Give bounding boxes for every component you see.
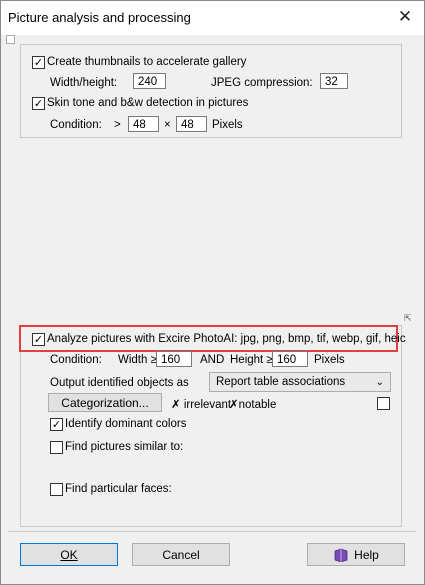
- skin-tone-label: Skin tone and b&w detection in pictures: [47, 97, 249, 109]
- dominant-colors-label: Identify dominant colors: [65, 418, 187, 430]
- skin-condition-label: Condition:: [50, 119, 102, 131]
- excire-unit-label: Pixels: [314, 354, 345, 366]
- scroll-corner-handle: [6, 35, 15, 44]
- output-select[interactable]: Report table associations ⌄: [209, 372, 391, 392]
- separator: [8, 531, 416, 532]
- output-select-value: Report table associations: [216, 376, 346, 388]
- help-label: Help: [354, 547, 379, 562]
- thumbnails-label: Create thumbnails to accelerate gallery: [47, 56, 247, 68]
- excire-height-field[interactable]: 160: [272, 351, 308, 367]
- jpeg-compression-label: JPEG compression:: [211, 77, 313, 89]
- width-height-label: Width/height:: [50, 77, 118, 89]
- greater-than-sign: >: [114, 119, 121, 131]
- output-label: Output identified objects as: [50, 377, 189, 389]
- chevron-down-icon: ⌄: [375, 377, 384, 388]
- excire-width-field[interactable]: 160: [156, 351, 192, 367]
- categorization-checkbox[interactable]: [377, 397, 390, 410]
- particular-faces-checkbox[interactable]: [50, 483, 63, 496]
- excire-label: Analyze pictures with Excire PhotoAI: jp…: [47, 333, 406, 345]
- help-button[interactable]: Help: [307, 543, 405, 566]
- skin-tone-checkbox[interactable]: ✓: [32, 97, 45, 110]
- notable-label: ✗notable: [229, 399, 277, 411]
- skin-unit-label: Pixels: [212, 119, 243, 131]
- close-icon[interactable]: ✕: [394, 6, 416, 28]
- similar-pictures-label: Find pictures similar to:: [65, 441, 184, 453]
- window-title: Picture analysis and processing: [8, 10, 191, 25]
- resize-icon[interactable]: ⇱: [404, 313, 412, 324]
- skin-width-field[interactable]: 48: [128, 116, 159, 132]
- particular-faces-label: Find particular faces:: [65, 483, 172, 495]
- cancel-label: Cancel: [162, 547, 200, 562]
- width-height-field[interactable]: 240: [133, 73, 166, 89]
- excire-checkbox[interactable]: ✓: [32, 333, 45, 346]
- ok-button[interactable]: OK: [20, 543, 118, 566]
- skin-height-field[interactable]: 48: [176, 116, 207, 132]
- thumbnails-checkbox[interactable]: ✓: [32, 56, 45, 69]
- dominant-colors-checkbox[interactable]: ✓: [50, 418, 63, 431]
- ok-label: OK: [60, 547, 78, 562]
- cancel-button[interactable]: Cancel: [132, 543, 230, 566]
- excire-height-label: Height ≥: [230, 354, 273, 366]
- excire-width-label: Width ≥: [118, 354, 157, 366]
- jpeg-compression-field[interactable]: 32: [320, 73, 348, 89]
- help-book-icon: [334, 548, 348, 562]
- and-label: AND: [200, 354, 225, 366]
- times-sign: ×: [164, 119, 171, 131]
- categorization-button[interactable]: Categorization...: [48, 393, 162, 412]
- excire-condition-label: Condition:: [50, 354, 102, 366]
- irrelevant-label: ✗ irrelevant: [171, 399, 232, 411]
- similar-pictures-checkbox[interactable]: [50, 441, 63, 454]
